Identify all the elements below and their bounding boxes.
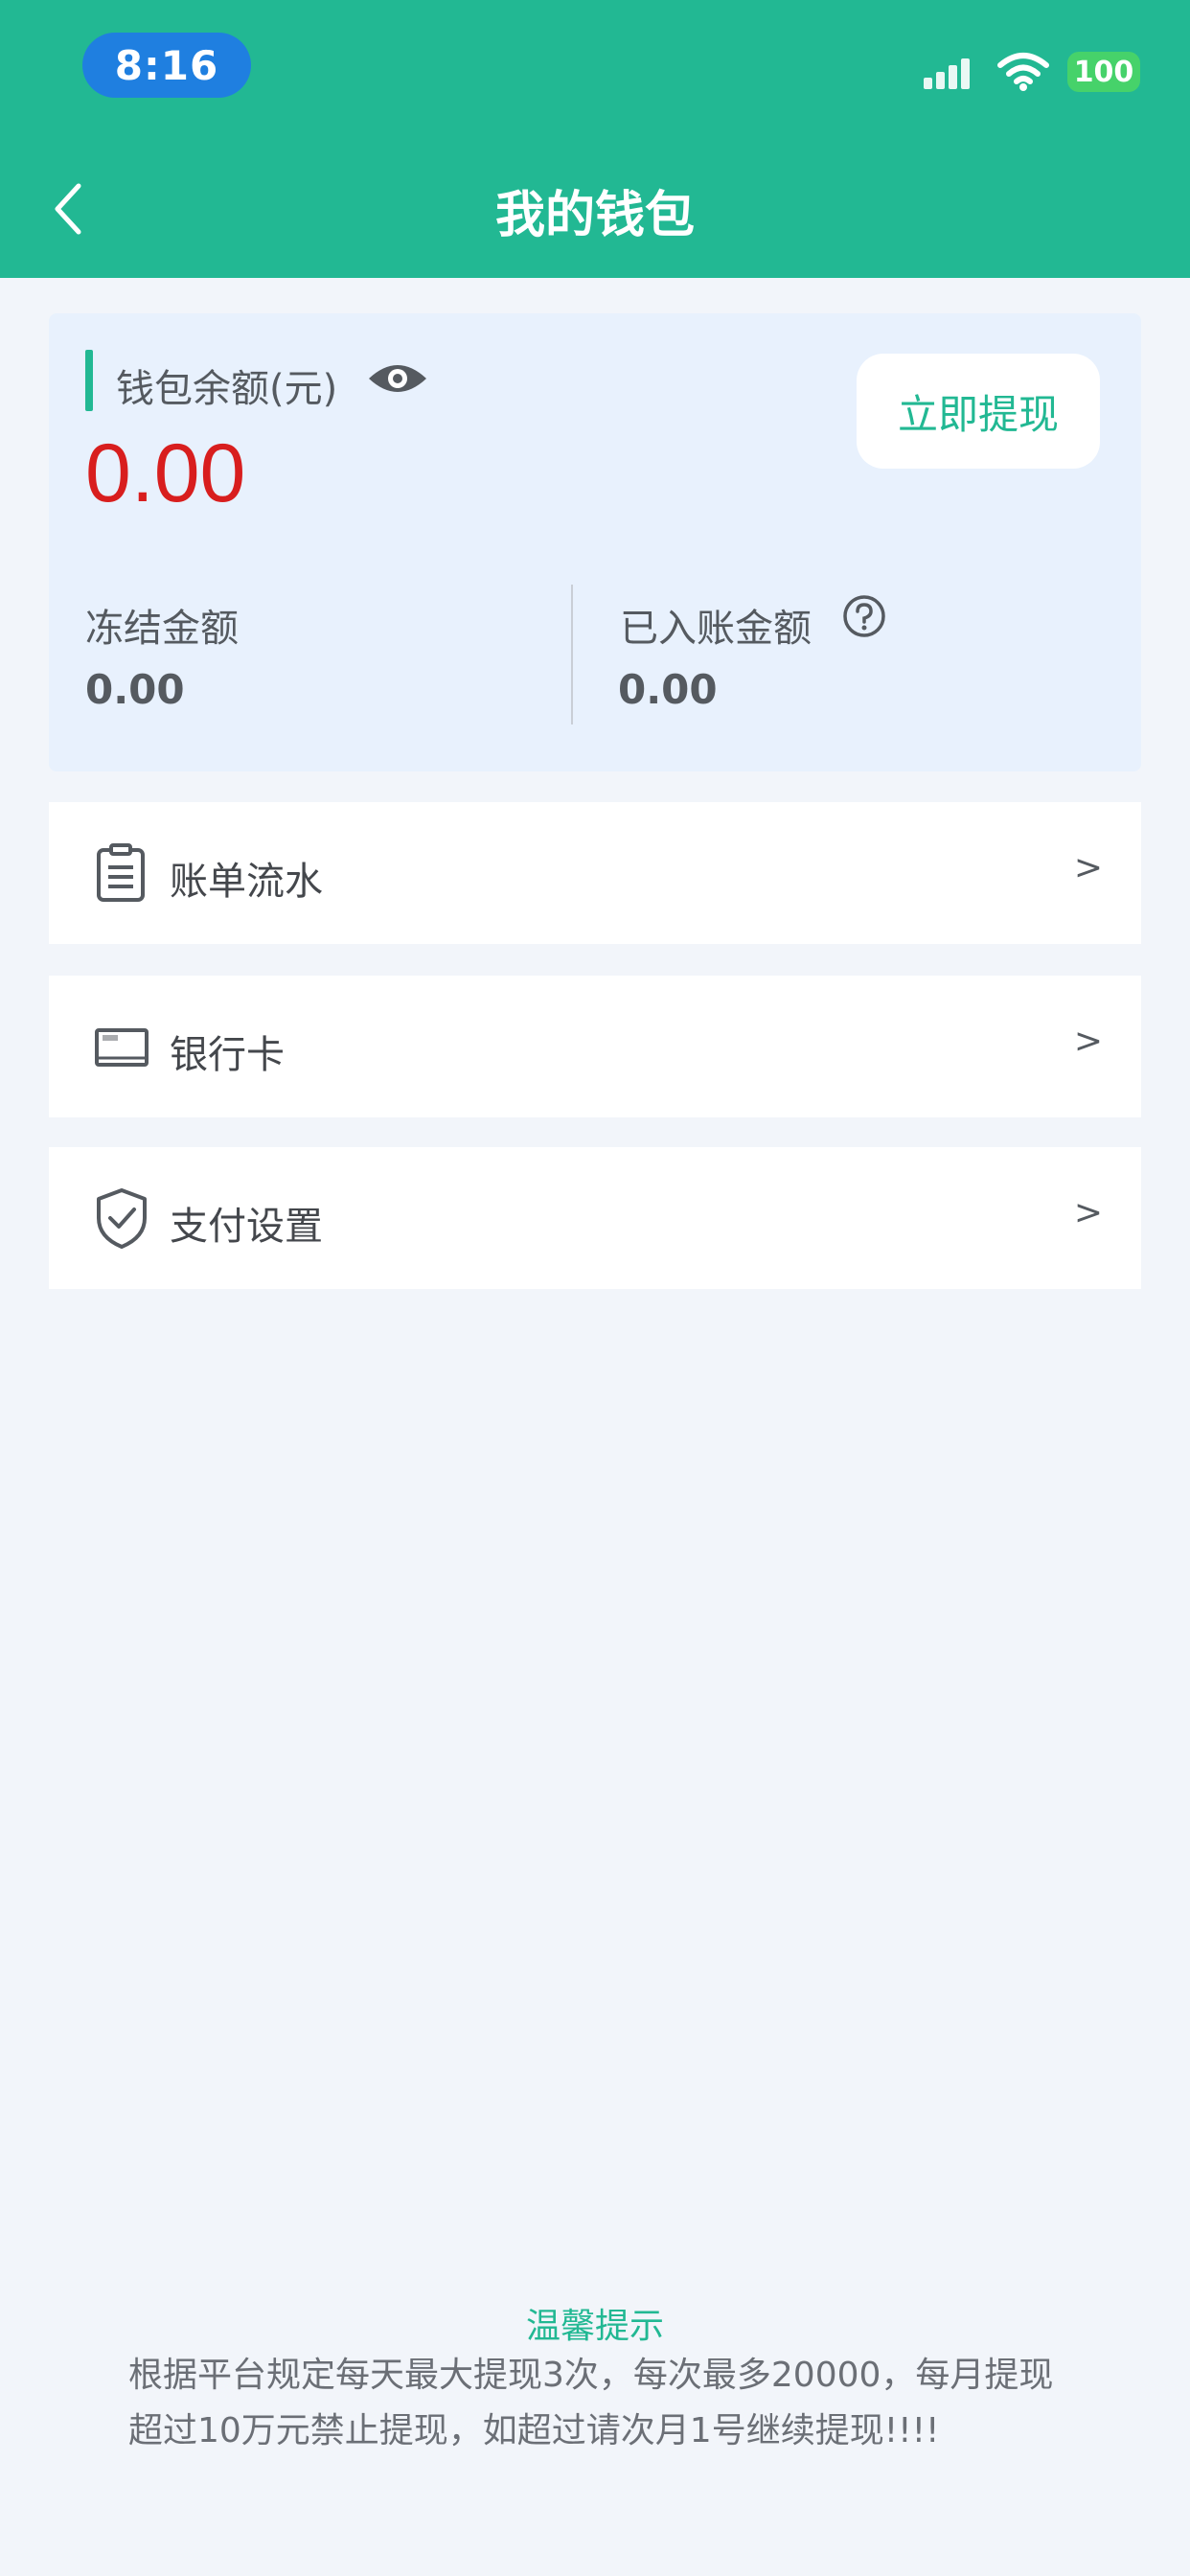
page-title: 我的钱包 [494, 187, 695, 244]
signal-icon [924, 55, 979, 89]
bill-icon [97, 843, 145, 902]
menu-item-bill[interactable]: 账单流水 > [49, 802, 1141, 944]
status-time: 8:16 [82, 33, 251, 98]
menu-item-bank-card[interactable]: 银行卡 > [49, 976, 1141, 1117]
battery-icon: 100 [1067, 52, 1140, 92]
tips-text: 根据平台规定每天最大提现3次，每次最多20000，每月提现超过10万元禁止提现，… [128, 2356, 1054, 2450]
shield-check-icon [97, 1188, 147, 1249]
frozen-amount-label: 冻结金额 [85, 607, 239, 651]
wallet-balance-card: 钱包余额(元) 0.00 立即提现 冻结金额 0.00 已入账金额 0.00 [49, 313, 1141, 771]
menu-item-label: 银行卡 [170, 1033, 285, 1077]
menu-item-label: 支付设置 [170, 1205, 323, 1249]
chevron-right-icon: > [1073, 848, 1103, 887]
app-header: 8:16 100 我的钱包 [0, 0, 1190, 278]
menu-item-label: 账单流水 [170, 860, 323, 904]
divider [571, 585, 573, 724]
question-circle-icon[interactable] [841, 593, 887, 639]
balance-amount: 0.00 [85, 427, 246, 519]
status-icons: 100 [924, 50, 1140, 94]
balance-label: 钱包余额(元) [116, 367, 338, 411]
wifi-icon [997, 53, 1049, 91]
credited-amount-value: 0.00 [618, 666, 718, 713]
bank-card-icon [95, 1028, 149, 1067]
credited-amount-label: 已入账金额 [620, 607, 812, 651]
chevron-right-icon: > [1073, 1193, 1103, 1232]
frozen-amount-value: 0.00 [85, 666, 185, 713]
accent-bar [85, 350, 93, 411]
chevron-right-icon: > [1073, 1022, 1103, 1061]
withdraw-button[interactable]: 立即提现 [857, 354, 1100, 469]
eye-icon[interactable] [367, 356, 428, 402]
menu-item-payment-settings[interactable]: 支付设置 > [49, 1147, 1141, 1289]
tips-title: 温馨提示 [525, 2307, 664, 2346]
